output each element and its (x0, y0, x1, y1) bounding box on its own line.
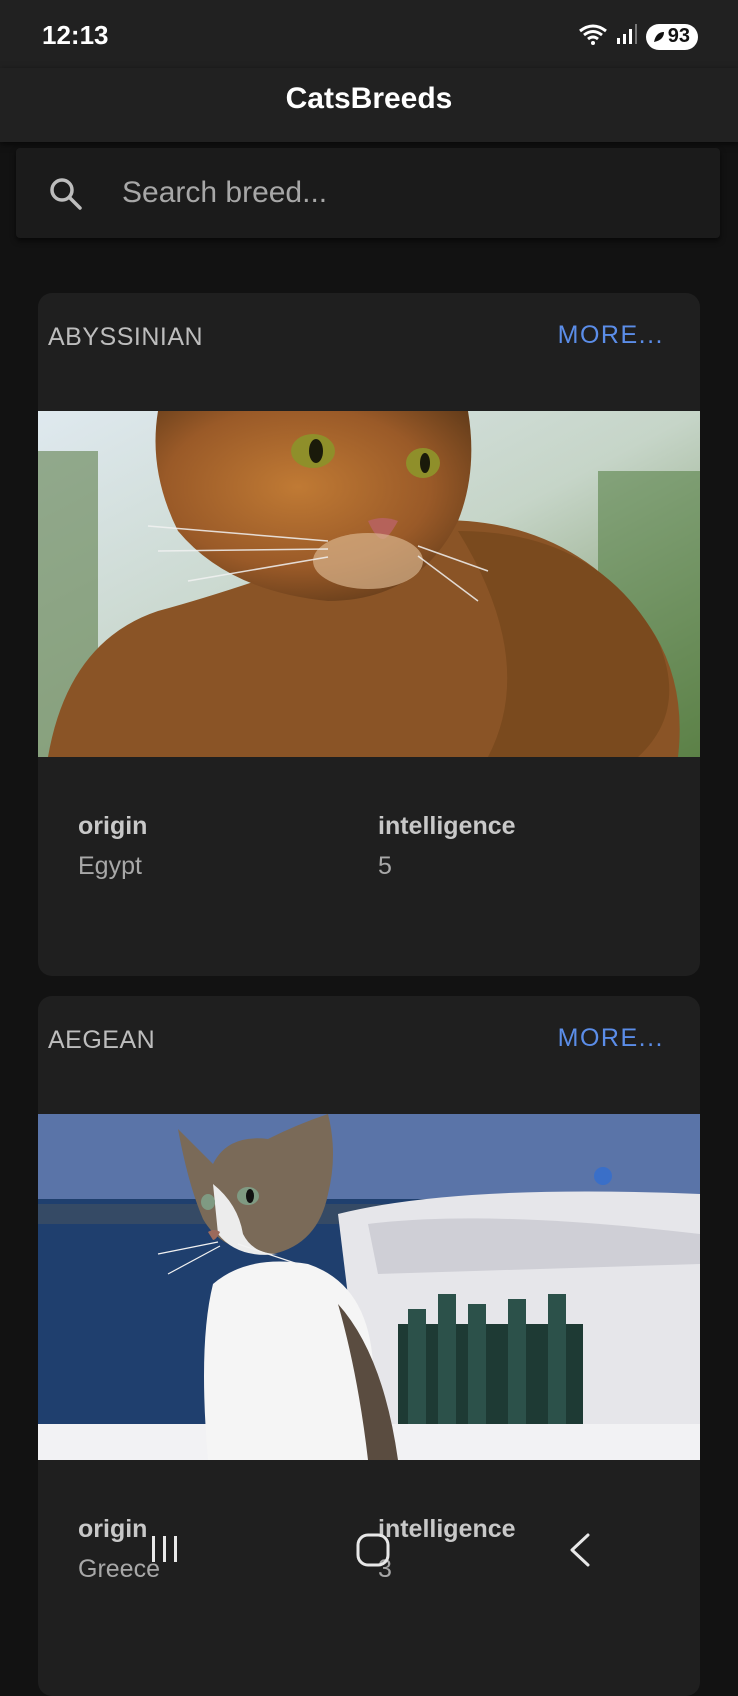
breed-name: AEGEAN (48, 1026, 156, 1054)
card-header: ABYSSINIAN MORE... (38, 293, 700, 411)
signal-icon (616, 23, 638, 50)
status-bar: 12:13 93 (0, 0, 738, 68)
home-icon[interactable] (355, 1532, 391, 1573)
origin-label: origin (78, 812, 148, 840)
breed-card[interactable]: ABYSSINIAN MORE... origin Egypt intellig… (38, 293, 700, 976)
breed-name: ABYSSINIAN (48, 323, 204, 351)
search-icon[interactable] (48, 176, 84, 217)
intelligence-value: 5 (378, 852, 392, 880)
intelligence-label: intelligence (378, 812, 516, 840)
back-icon[interactable] (566, 1532, 596, 1573)
recent-apps-icon[interactable] (148, 1532, 182, 1571)
app-bar: CatsBreeds (0, 68, 738, 142)
app-title: CatsBreeds (285, 82, 453, 115)
system-nav-bar (0, 1510, 738, 1600)
origin-value: Egypt (78, 852, 142, 880)
more-button[interactable]: MORE... (558, 1024, 664, 1053)
wifi-icon (578, 22, 608, 51)
status-time: 12:13 (42, 20, 109, 50)
breed-stats: origin Egypt intelligence 5 (38, 757, 700, 976)
status-icons: 93 (578, 22, 698, 51)
card-header: AEGEAN MORE... (38, 996, 700, 1114)
breed-photo (38, 411, 700, 757)
more-button[interactable]: MORE... (558, 321, 664, 350)
battery-icon: 93 (645, 23, 698, 50)
battery-level: 93 (667, 25, 690, 47)
search-input[interactable] (120, 168, 684, 218)
breed-photo (38, 1114, 700, 1460)
search-bar (16, 148, 720, 238)
